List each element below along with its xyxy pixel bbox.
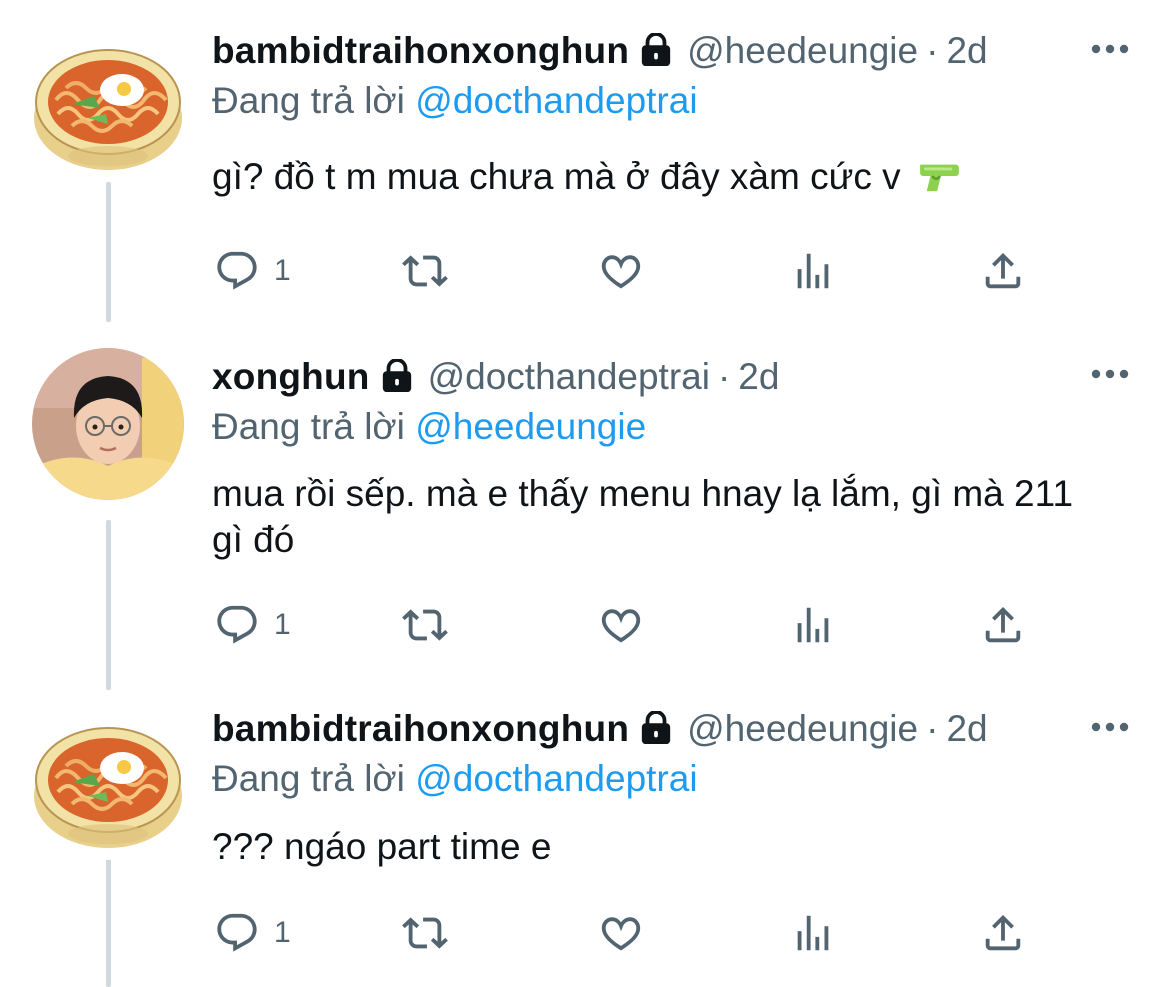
retweet-icon bbox=[402, 910, 448, 956]
tweet-text: mua rồi sếp. mà e thấy menu hnay lạ lắm,… bbox=[212, 471, 1102, 563]
like-button[interactable] bbox=[598, 600, 644, 650]
heart-icon bbox=[598, 602, 644, 648]
handle[interactable]: @heedeungie bbox=[687, 30, 918, 71]
timestamp[interactable]: 2d bbox=[738, 356, 779, 397]
reply-icon bbox=[214, 602, 260, 648]
timestamp[interactable]: 2d bbox=[946, 708, 987, 749]
views-icon bbox=[790, 248, 836, 294]
tweet-header: bambidtraihonxonghun @heedeungie · 2d bbox=[212, 708, 988, 752]
mention-link[interactable]: @heedeungie bbox=[415, 406, 646, 447]
display-name[interactable]: bambidtraihonxonghun bbox=[212, 30, 629, 71]
replying-to-label: Đang trả lời bbox=[212, 758, 405, 799]
tweet-text-content: gì? đồ t m mua chưa mà ở đây xàm cức v bbox=[212, 156, 901, 197]
display-name[interactable]: bambidtraihonxonghun bbox=[212, 708, 629, 749]
like-button[interactable] bbox=[598, 908, 644, 958]
reply-button[interactable]: 1 bbox=[214, 908, 291, 958]
water-pistol-icon bbox=[917, 159, 961, 193]
views-icon bbox=[790, 602, 836, 648]
action-bar: 1 bbox=[212, 246, 1112, 296]
heart-icon bbox=[598, 248, 644, 294]
replying-to: Đang trả lời @heedeungie bbox=[212, 406, 646, 448]
tweet[interactable]: xonghun @docthandeptrai · 2d Đang trả lời @… bbox=[0, 326, 1170, 686]
heart-icon bbox=[598, 910, 644, 956]
lock-icon bbox=[380, 359, 414, 393]
views-button[interactable] bbox=[790, 600, 836, 650]
reply-icon bbox=[214, 248, 260, 294]
share-button[interactable] bbox=[980, 600, 1026, 650]
reply-icon bbox=[214, 910, 260, 956]
retweet-icon bbox=[402, 602, 448, 648]
views-icon bbox=[790, 910, 836, 956]
noodle-bowl-avatar-icon bbox=[32, 708, 184, 860]
reply-button[interactable]: 1 bbox=[214, 246, 291, 296]
tweet-header: bambidtraihonxonghun @heedeungie · 2d bbox=[212, 30, 988, 74]
replying-to-label: Đang trả lời bbox=[212, 406, 405, 447]
reply-count: 1 bbox=[274, 608, 291, 641]
more-options-icon[interactable] bbox=[1090, 43, 1130, 55]
tweet-text: gì? đồ t m mua chưa mà ở đây xàm cức v bbox=[212, 154, 1112, 200]
like-button[interactable] bbox=[598, 246, 644, 296]
avatar[interactable] bbox=[32, 30, 184, 182]
reply-count: 1 bbox=[274, 254, 291, 287]
boy-with-glasses-avatar-icon bbox=[32, 348, 184, 500]
replying-to-label: Đang trả lời bbox=[212, 80, 405, 121]
views-button[interactable] bbox=[790, 246, 836, 296]
reply-button[interactable]: 1 bbox=[214, 600, 291, 650]
timestamp[interactable]: 2d bbox=[946, 30, 987, 71]
more-options-icon[interactable] bbox=[1090, 368, 1130, 380]
reply-count: 1 bbox=[274, 916, 291, 949]
tweet-text-content: mua rồi sếp. mà e thấy menu hnay lạ lắm,… bbox=[212, 473, 1074, 560]
avatar[interactable] bbox=[32, 708, 184, 860]
views-button[interactable] bbox=[790, 908, 836, 958]
avatar[interactable] bbox=[32, 348, 184, 500]
replying-to: Đang trả lời @docthandeptrai bbox=[212, 758, 698, 800]
retweet-icon bbox=[402, 248, 448, 294]
share-button[interactable] bbox=[980, 908, 1026, 958]
action-bar: 1 bbox=[212, 600, 1112, 650]
mention-link[interactable]: @docthandeptrai bbox=[415, 80, 697, 121]
separator-dot: · bbox=[926, 708, 939, 749]
tweet-header: xonghun @docthandeptrai · 2d bbox=[212, 356, 779, 400]
lock-icon bbox=[639, 33, 673, 67]
handle[interactable]: @heedeungie bbox=[687, 708, 918, 749]
share-icon bbox=[980, 602, 1026, 648]
retweet-button[interactable] bbox=[402, 908, 448, 958]
lock-icon bbox=[639, 711, 673, 745]
tweet[interactable]: bambidtraihonxonghun @heedeungie · 2d Đang … bbox=[0, 0, 1170, 330]
separator-dot: · bbox=[926, 30, 939, 71]
more-options-icon[interactable] bbox=[1090, 721, 1130, 733]
mention-link[interactable]: @docthandeptrai bbox=[415, 758, 697, 799]
display-name[interactable]: xonghun bbox=[212, 356, 370, 397]
action-bar: 1 bbox=[212, 908, 1112, 958]
share-icon bbox=[980, 910, 1026, 956]
tweet[interactable]: bambidtraihonxonghun @heedeungie · 2d Đang … bbox=[0, 678, 1170, 987]
tweet-text: ??? ngáo part time e bbox=[212, 824, 1112, 870]
separator-dot: · bbox=[717, 356, 731, 397]
retweet-button[interactable] bbox=[402, 246, 448, 296]
replying-to: Đang trả lời @docthandeptrai bbox=[212, 80, 698, 122]
share-icon bbox=[980, 248, 1026, 294]
share-button[interactable] bbox=[980, 246, 1026, 296]
handle[interactable]: @docthandeptrai bbox=[428, 356, 710, 397]
noodle-bowl-avatar-icon bbox=[32, 30, 184, 182]
retweet-button[interactable] bbox=[402, 600, 448, 650]
tweet-text-content: ??? ngáo part time e bbox=[212, 826, 552, 867]
